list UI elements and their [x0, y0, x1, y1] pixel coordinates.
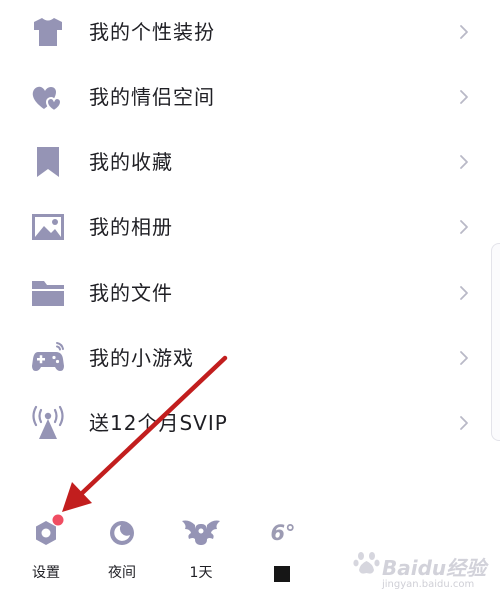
menu-item-label: 我的收藏 [89, 150, 173, 174]
menu-item-mini-games[interactable]: 我的小游戏 [0, 326, 500, 390]
bookmark-icon [37, 147, 59, 177]
chevron-right-icon [460, 416, 468, 430]
paw-icon [353, 552, 380, 574]
menu-item-svip-gift[interactable]: 送12个月SVIP [0, 391, 500, 455]
menu-item-label: 我的情侣空间 [89, 85, 215, 109]
settings-label: 设置 [32, 565, 60, 581]
hearts-icon [32, 86, 63, 113]
temperature-text: 6° [270, 521, 296, 545]
menu-item-favorites[interactable]: 我的收藏 [0, 130, 500, 194]
chevron-right-icon [460, 25, 468, 39]
chevron-right-icon [460, 351, 468, 365]
side-drawer-handle[interactable] [491, 243, 500, 441]
photo-icon [32, 214, 64, 240]
night-mode-label: 夜间 [108, 565, 136, 581]
chevron-right-icon [460, 155, 468, 169]
settings-button[interactable]: 设置 [16, 505, 76, 595]
menu-item-label: 我的个性装扮 [89, 20, 215, 44]
menu-item-label: 我的小游戏 [89, 346, 194, 370]
menu-item-label: 送12个月SVIP [89, 411, 228, 435]
watermark: Baidu经验 jingyan.baidu.com [352, 546, 492, 596]
checkin-label: 1天 [189, 565, 213, 581]
broadcast-icon [32, 405, 64, 439]
chevron-right-icon [460, 90, 468, 104]
chevron-right-icon [460, 286, 468, 300]
weather-condition-icon [274, 566, 290, 582]
notification-dot [52, 514, 64, 526]
angel-wings-icon [182, 520, 220, 545]
moon-icon [110, 521, 134, 545]
watermark-sub: jingyan.baidu.com [382, 579, 475, 590]
menu-item-label: 我的相册 [89, 215, 173, 239]
chevron-right-icon [460, 220, 468, 234]
night-mode-button[interactable]: 夜间 [92, 505, 152, 595]
checkin-button[interactable]: 1天 [171, 505, 231, 595]
folder-icon [32, 281, 64, 306]
gamepad-icon [32, 342, 64, 371]
menu-item-album[interactable]: 我的相册 [0, 195, 500, 259]
tshirt-icon [34, 18, 62, 46]
menu-item-label: 我的文件 [89, 281, 173, 305]
menu-item-personal-dressup[interactable]: 我的个性装扮 [0, 0, 500, 64]
menu-item-couple-space[interactable]: 我的情侣空间 [0, 65, 500, 129]
watermark-main: Baidu经验 [382, 556, 487, 580]
menu-item-files[interactable]: 我的文件 [0, 261, 500, 325]
